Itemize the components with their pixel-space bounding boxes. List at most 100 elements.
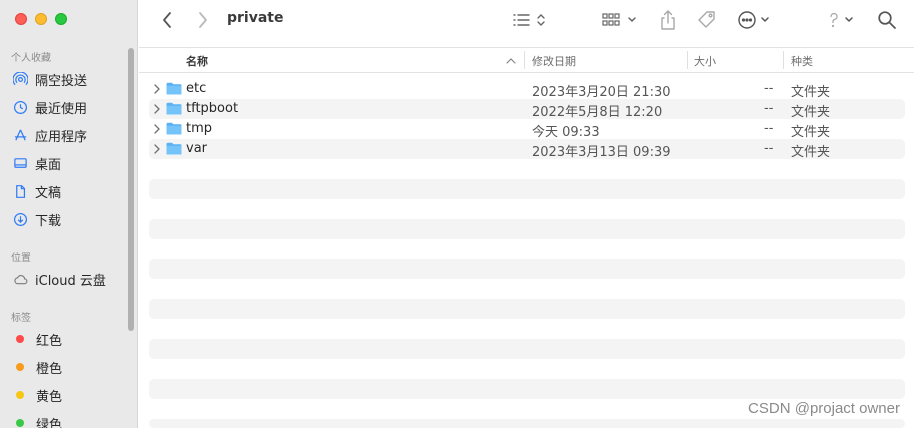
sidebar-item-recents[interactable]: 最近使用 (12, 96, 124, 118)
watermark-text: CSDN @projact owner (748, 400, 900, 417)
file-kind: 文件夹 (791, 85, 831, 100)
yellow-tag-dot (16, 391, 24, 399)
empty-row-stripe (149, 299, 905, 319)
sidebar-item-tag-yellow[interactable]: 黄色 (12, 384, 124, 406)
tag-button[interactable] (695, 8, 719, 32)
search-button[interactable] (875, 8, 899, 32)
sidebar-item-label: 橙色 (36, 361, 63, 377)
favorites-section-title: 个人收藏 (11, 53, 51, 64)
sidebar-item-tag-green[interactable]: 绿色 (12, 412, 124, 428)
empty-row-stripe (149, 419, 905, 428)
folder-icon (166, 102, 182, 115)
list-view-icon (513, 14, 545, 26)
question-mark-icon (830, 12, 853, 28)
toolbar: private (139, 0, 914, 40)
search-icon (878, 11, 896, 29)
sidebar-item-label: 下载 (35, 213, 62, 229)
empty-row-stripe (149, 259, 905, 279)
sidebar-item-applications[interactable]: 应用程序 (12, 124, 124, 146)
chevron-right-icon (199, 12, 207, 28)
view-mode-button[interactable] (509, 8, 551, 32)
disclosure-chevron-icon[interactable] (152, 123, 162, 135)
table-row[interactable]: var 2023年3月13日 09:39 -- 文件夹 (149, 139, 905, 160)
cloud-icon (12, 271, 28, 287)
column-divider[interactable] (783, 51, 784, 69)
disclosure-chevron-icon[interactable] (152, 83, 162, 95)
empty-row-stripe (149, 339, 905, 359)
tag-icon (698, 11, 715, 28)
column-header-modified[interactable]: 修改日期 (532, 53, 576, 69)
file-name: tftpboot (186, 101, 239, 116)
sidebar: 个人收藏 隔空投送 最近使用 应用程序 桌面 文稿 下载 位置 iCloud 云… (0, 0, 138, 428)
column-header-kind[interactable]: 种类 (791, 53, 813, 69)
file-size: -- (764, 121, 774, 136)
green-tag-dot (16, 419, 24, 427)
empty-row-stripe (149, 219, 905, 239)
locations-section-title: 位置 (11, 253, 31, 264)
column-divider[interactable] (524, 51, 525, 69)
file-name: tmp (186, 121, 213, 136)
close-window-button[interactable] (15, 13, 27, 25)
ellipsis-circle-icon (738, 11, 769, 29)
table-row[interactable]: tmp 今天 09:33 -- 文件夹 (149, 119, 905, 140)
sidebar-item-tag-orange[interactable]: 橙色 (12, 356, 124, 378)
document-icon (12, 183, 28, 199)
sidebar-item-label: 隔空投送 (35, 73, 88, 89)
file-modified: 今天 09:33 (532, 125, 600, 140)
sidebar-item-label: 黄色 (36, 389, 63, 405)
sidebar-item-icloud-drive[interactable]: iCloud 云盘 (12, 268, 124, 290)
file-name: etc (186, 81, 207, 96)
column-header-row: 名称 修改日期 大小 种类 (139, 47, 914, 73)
grid-icon (602, 13, 636, 26)
tags-section-title: 标签 (11, 313, 31, 324)
disclosure-chevron-icon[interactable] (152, 103, 162, 115)
folder-icon (166, 142, 182, 155)
share-button[interactable] (657, 8, 679, 32)
file-size: -- (764, 141, 774, 156)
sidebar-item-airdrop[interactable]: 隔空投送 (12, 68, 124, 90)
table-row[interactable]: etc 2023年3月20日 21:30 -- 文件夹 (149, 79, 905, 100)
file-kind: 文件夹 (791, 145, 831, 160)
airdrop-icon (12, 71, 28, 87)
file-name: var (186, 141, 208, 156)
sidebar-item-label: 绿色 (36, 417, 63, 428)
chevron-left-icon (163, 12, 171, 28)
file-kind: 文件夹 (791, 105, 831, 120)
forward-button[interactable] (191, 8, 215, 32)
sidebar-item-documents[interactable]: 文稿 (12, 180, 124, 202)
desktop-icon (12, 155, 28, 171)
sidebar-item-label: 红色 (36, 333, 63, 349)
sort-ascending-chevron-icon (506, 58, 516, 64)
group-by-button[interactable] (599, 8, 641, 32)
folder-icon (166, 82, 182, 95)
file-modified: 2023年3月20日 21:30 (532, 85, 671, 100)
empty-row-stripe (149, 179, 905, 199)
sidebar-scrollbar[interactable] (128, 48, 134, 331)
share-icon (661, 10, 675, 30)
minimize-window-button[interactable] (35, 13, 47, 25)
column-header-name[interactable]: 名称 (186, 53, 208, 69)
back-button[interactable] (155, 8, 179, 32)
window-controls (15, 13, 67, 25)
sidebar-item-label: 应用程序 (35, 129, 88, 145)
table-row[interactable]: tftpboot 2022年5月8日 12:20 -- 文件夹 (149, 99, 905, 120)
file-modified: 2022年5月8日 12:20 (532, 105, 663, 120)
sidebar-item-label: 最近使用 (35, 101, 88, 117)
sidebar-item-desktop[interactable]: 桌面 (12, 152, 124, 174)
column-divider[interactable] (687, 51, 688, 69)
clock-icon (12, 99, 28, 115)
help-button[interactable] (825, 8, 861, 32)
window-title: private (227, 10, 284, 26)
fullscreen-window-button[interactable] (55, 13, 67, 25)
disclosure-chevron-icon[interactable] (152, 143, 162, 155)
applications-icon (12, 127, 28, 143)
more-actions-button[interactable] (735, 8, 775, 32)
sidebar-item-downloads[interactable]: 下载 (12, 208, 124, 230)
file-size: -- (764, 101, 774, 116)
sidebar-item-label: 文稿 (35, 185, 62, 201)
folder-icon (166, 122, 182, 135)
orange-tag-dot (16, 363, 24, 371)
column-header-size[interactable]: 大小 (694, 53, 716, 69)
sidebar-item-tag-red[interactable]: 红色 (12, 328, 124, 350)
file-kind: 文件夹 (791, 125, 831, 140)
